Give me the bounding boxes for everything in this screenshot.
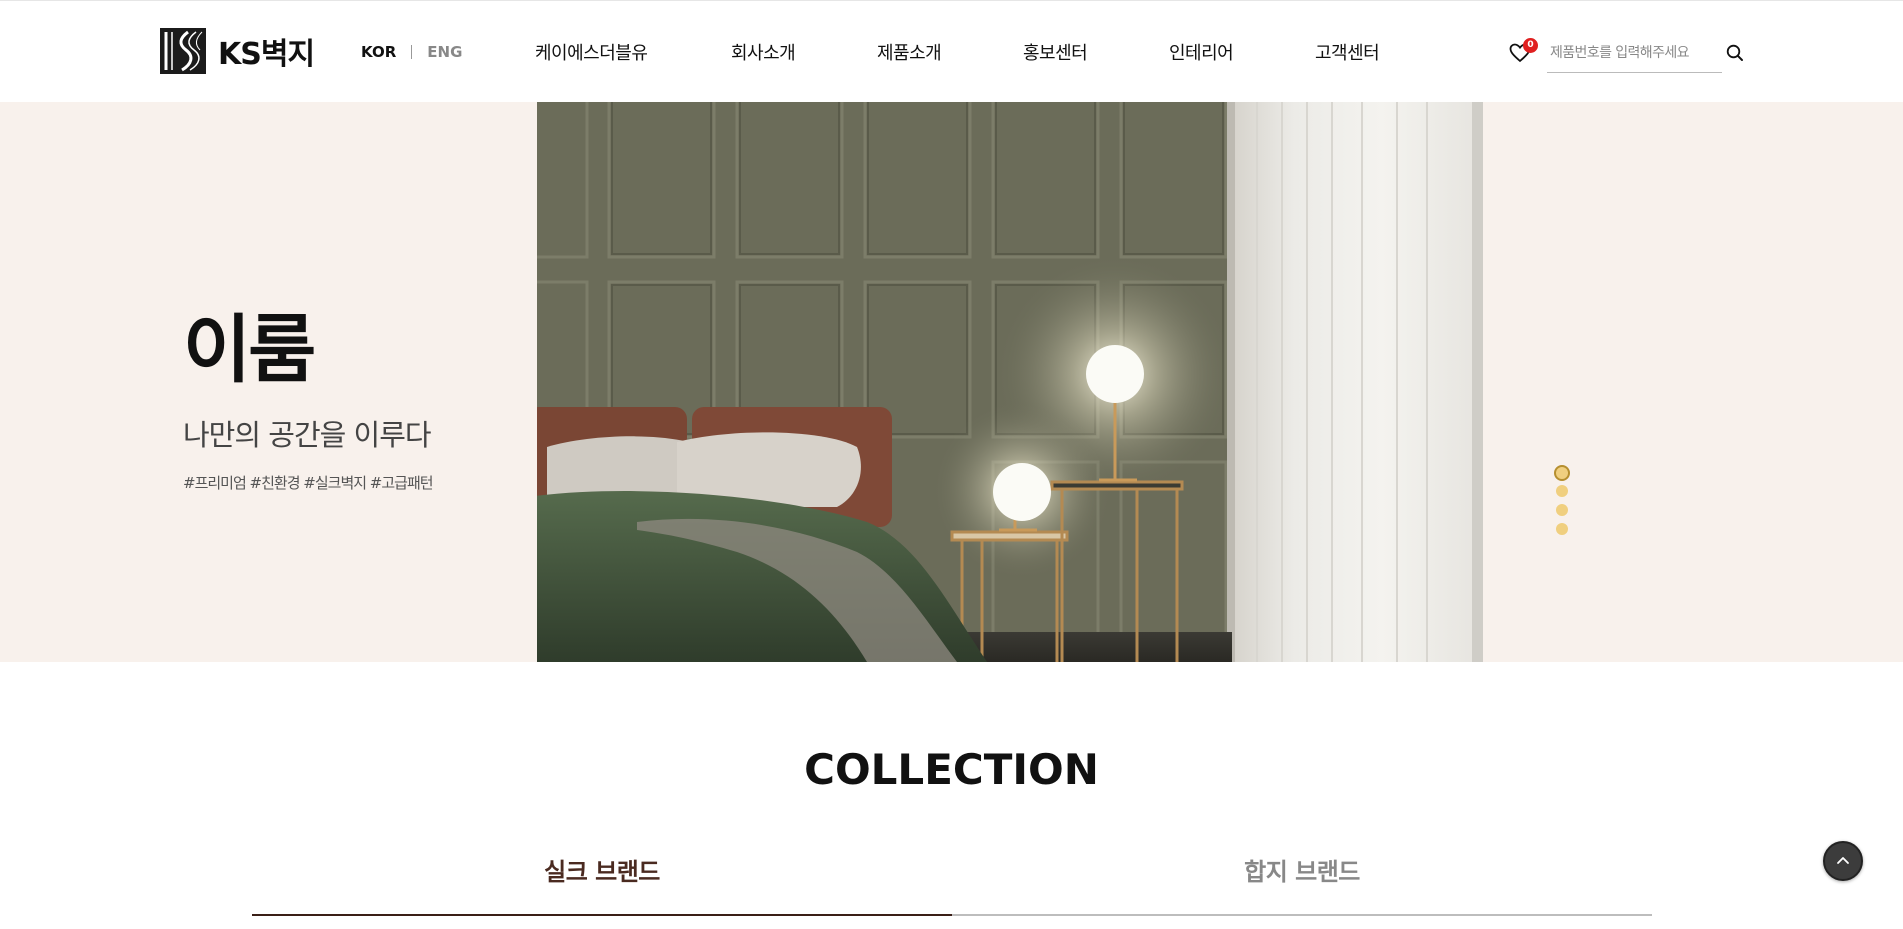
slider-dot[interactable] <box>1554 465 1570 481</box>
nav-item-pr-center[interactable]: 홍보센터 <box>1023 39 1088 65</box>
hero-tags: #프리미엄 #친환경 #실크벽지 #고급패턴 <box>183 474 434 492</box>
tab-paper-brand[interactable]: 합지 브랜드 <box>952 852 1652 916</box>
slider-dot[interactable] <box>1556 485 1568 497</box>
site-header: KS벽지 KOR ENG 케이에스더블유 회사소개 제품소개 홍보센터 인테리어… <box>0 0 1903 102</box>
tab-silk-brand[interactable]: 실크 브랜드 <box>252 852 952 916</box>
nav-item-company[interactable]: 회사소개 <box>731 39 796 65</box>
nav-item-products[interactable]: 제품소개 <box>877 39 942 65</box>
hero-image <box>537 102 1483 662</box>
scroll-top-button[interactable] <box>1823 841 1863 881</box>
collection-title: COLLECTION <box>804 745 1099 794</box>
search-icon[interactable] <box>1726 44 1744 62</box>
search-input[interactable] <box>1547 39 1722 67</box>
nav-item-interior[interactable]: 인테리어 <box>1169 39 1234 65</box>
arrow-up-icon <box>1837 857 1849 864</box>
wishlist-count-badge: 0 <box>1523 38 1538 53</box>
hero-title: 이룸 <box>183 307 316 393</box>
slider-dot[interactable] <box>1556 504 1568 516</box>
nav-item-ksw[interactable]: 케이에스더블유 <box>535 39 648 65</box>
nav-item-customer-center[interactable]: 고객센터 <box>1315 39 1380 65</box>
collection-tabs: 실크 브랜드 합지 브랜드 <box>252 852 1652 916</box>
hero-banner: 이룸 나만의 공간을 이루다 #프리미엄 #친환경 #실크벽지 #고급패턴 <box>0 102 1903 662</box>
search-box <box>1547 39 1722 73</box>
slider-dot[interactable] <box>1556 523 1568 535</box>
hero-subtitle: 나만의 공간을 이루다 <box>183 418 432 452</box>
slider-pagination <box>1554 465 1570 542</box>
